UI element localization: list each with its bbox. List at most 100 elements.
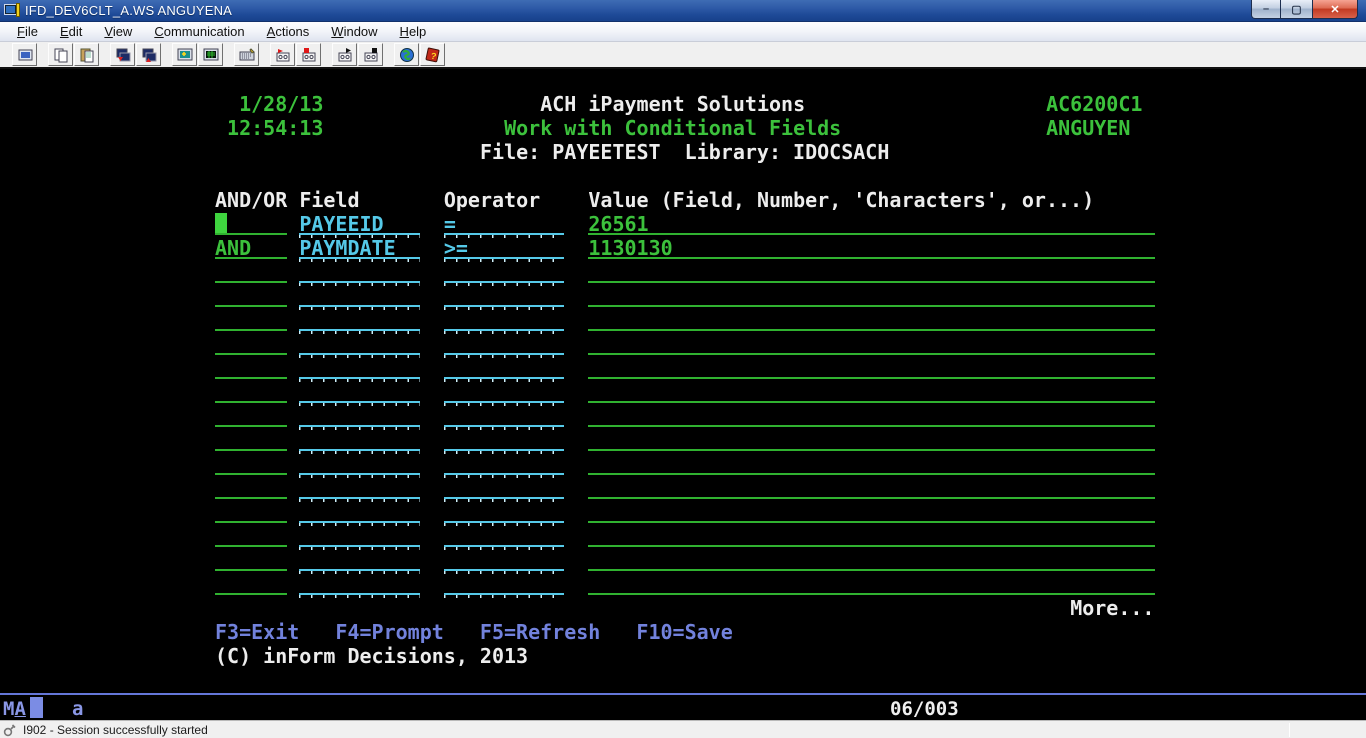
- field-name-field[interactable]: [299, 353, 419, 358]
- condition-value: 1130130: [588, 236, 672, 260]
- andor-field[interactable]: [215, 473, 287, 475]
- help-button[interactable]: ?: [420, 43, 445, 66]
- andor-field[interactable]: [215, 449, 287, 451]
- value-field[interactable]: [588, 521, 1154, 523]
- andor-field[interactable]: [215, 377, 287, 379]
- operator-field[interactable]: [444, 425, 564, 430]
- web-button[interactable]: [394, 43, 419, 66]
- field-name-field[interactable]: [299, 305, 419, 310]
- condition-field-name: PAYEEID: [299, 212, 383, 236]
- andor-field[interactable]: [215, 521, 287, 523]
- andor-field[interactable]: [215, 281, 287, 283]
- andor-field[interactable]: [215, 401, 287, 403]
- keyboard-setup-button[interactable]: [234, 43, 259, 66]
- andor-field[interactable]: [215, 497, 287, 499]
- condition-andor: AND: [215, 236, 251, 260]
- menu-edit[interactable]: Edit: [49, 22, 93, 41]
- field-name-field[interactable]: [299, 593, 419, 598]
- field-name-field[interactable]: [299, 281, 419, 286]
- value-field[interactable]: [588, 329, 1154, 331]
- play-macro-button[interactable]: [332, 43, 357, 66]
- value-field[interactable]: [588, 569, 1154, 571]
- andor-field[interactable]: [215, 353, 287, 355]
- field-name-field[interactable]: [299, 449, 419, 454]
- app-window: IFD_DEV6CLT_A.WS ANGUYENA – ▢ ✕ FileEdit…: [0, 0, 1366, 738]
- field-name-field[interactable]: [299, 401, 419, 406]
- receive-file-icon: [115, 47, 131, 63]
- andor-field[interactable]: [215, 233, 287, 235]
- value-field[interactable]: [588, 593, 1154, 595]
- receive-file-button[interactable]: [110, 43, 135, 66]
- value-field[interactable]: [588, 401, 1154, 403]
- value-field[interactable]: [588, 377, 1154, 379]
- record-macro-button[interactable]: [270, 43, 295, 66]
- col-header-value: Value (Field, Number, 'Characters', or..…: [588, 188, 1094, 212]
- value-field[interactable]: [588, 497, 1154, 499]
- value-field[interactable]: [588, 281, 1154, 283]
- operator-field[interactable]: [444, 449, 564, 454]
- connection-status-icon: [3, 723, 17, 737]
- menu-file[interactable]: File: [6, 22, 49, 41]
- value-field[interactable]: [588, 353, 1154, 355]
- close-button[interactable]: ✕: [1312, 0, 1358, 19]
- menu-view[interactable]: View: [93, 22, 143, 41]
- value-field[interactable]: [588, 233, 1154, 235]
- field-name-field[interactable]: [299, 545, 419, 550]
- menu-window[interactable]: Window: [320, 22, 388, 41]
- operator-field[interactable]: [444, 305, 564, 310]
- screen-title: Work with Conditional Fields: [504, 116, 841, 140]
- operator-field[interactable]: [444, 353, 564, 358]
- menu-help[interactable]: Help: [389, 22, 438, 41]
- terminal-screen[interactable]: MA a 06/003 1/28/13ACH iPayment Solution…: [0, 69, 1366, 720]
- color-setup-button[interactable]: [172, 43, 197, 66]
- value-field[interactable]: [588, 305, 1154, 307]
- minimize-button[interactable]: –: [1251, 0, 1281, 19]
- col-header-andor: AND/OR: [215, 188, 287, 212]
- new-session-button[interactable]: [12, 43, 37, 66]
- operator-field[interactable]: [444, 521, 564, 526]
- field-name-field[interactable]: [299, 521, 419, 526]
- field-name-field[interactable]: [299, 569, 419, 574]
- value-field[interactable]: [588, 257, 1154, 259]
- value-field[interactable]: [588, 425, 1154, 427]
- session-time: 12:54:13: [227, 116, 323, 140]
- menu-actions[interactable]: Actions: [256, 22, 321, 41]
- field-name-field[interactable]: [299, 329, 419, 334]
- operator-field[interactable]: [444, 569, 564, 574]
- value-field[interactable]: [588, 545, 1154, 547]
- oia-system-indicator: MA: [3, 698, 26, 720]
- field-name-field[interactable]: [299, 473, 419, 478]
- session-window-icon: [4, 3, 20, 18]
- operator-field[interactable]: [444, 497, 564, 502]
- field-name-field[interactable]: [299, 377, 419, 382]
- display-setup-icon: [203, 47, 219, 63]
- quit-macro-button[interactable]: [358, 43, 383, 66]
- maximize-button[interactable]: ▢: [1281, 0, 1312, 19]
- operator-field[interactable]: [444, 545, 564, 550]
- operator-field[interactable]: [444, 473, 564, 478]
- operator-field[interactable]: [444, 401, 564, 406]
- andor-field[interactable]: [215, 593, 287, 595]
- value-field[interactable]: [588, 449, 1154, 451]
- field-name-field[interactable]: [299, 425, 419, 430]
- display-setup-button[interactable]: [198, 43, 223, 66]
- operator-field[interactable]: [444, 593, 564, 598]
- menu-communication[interactable]: Communication: [143, 22, 255, 41]
- send-file-button[interactable]: [136, 43, 161, 66]
- andor-field[interactable]: [215, 305, 287, 307]
- copy-button[interactable]: [48, 43, 73, 66]
- status-message: I902 - Session successfully started: [23, 723, 208, 737]
- value-field[interactable]: [588, 473, 1154, 475]
- operator-field[interactable]: [444, 281, 564, 286]
- field-name-field[interactable]: [299, 497, 419, 502]
- more-indicator: More...: [1070, 596, 1154, 620]
- operator-field[interactable]: [444, 329, 564, 334]
- operator-field[interactable]: [444, 377, 564, 382]
- andor-field[interactable]: [215, 425, 287, 427]
- condition-value: 26561: [588, 212, 648, 236]
- andor-field[interactable]: [215, 329, 287, 331]
- andor-field[interactable]: [215, 569, 287, 571]
- andor-field[interactable]: [215, 545, 287, 547]
- stop-record-button[interactable]: [296, 43, 321, 66]
- paste-button[interactable]: [74, 43, 99, 66]
